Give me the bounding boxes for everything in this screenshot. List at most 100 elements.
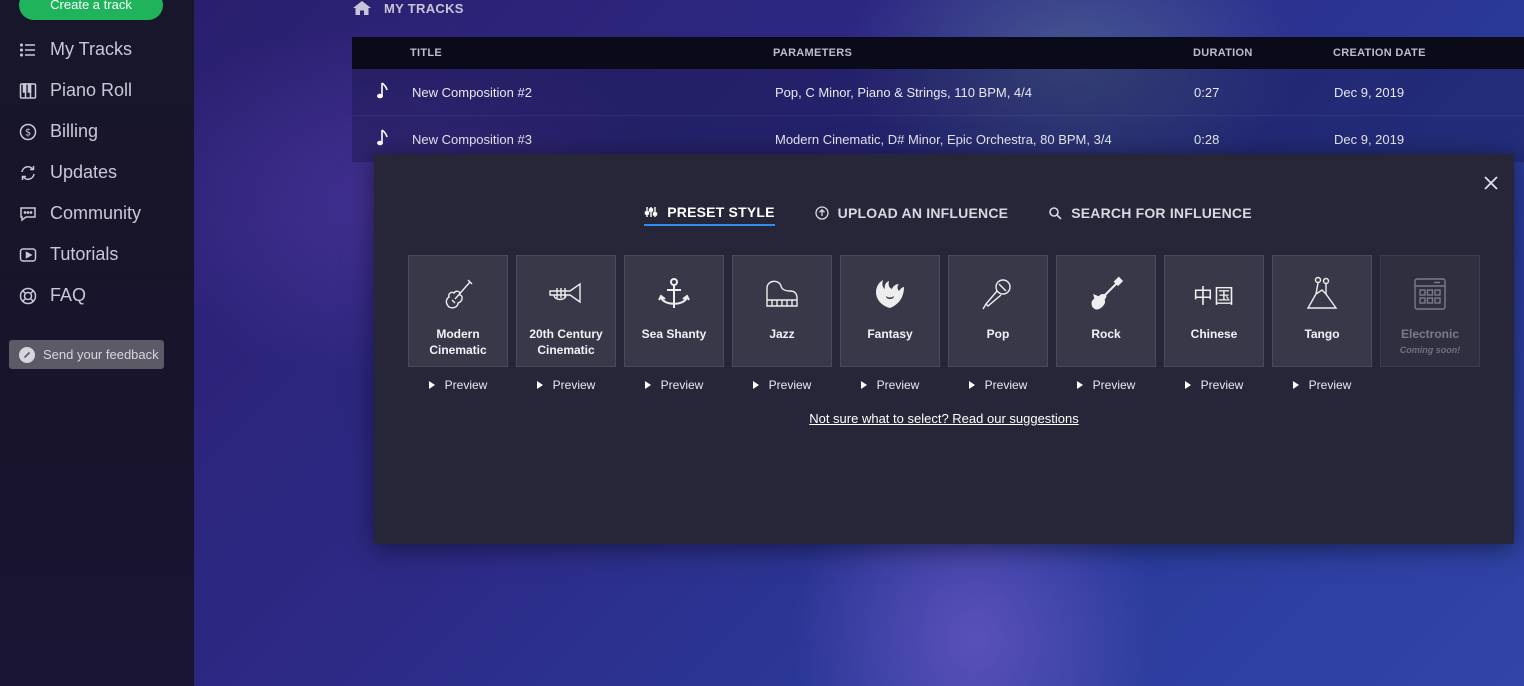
preview-label: Preview xyxy=(984,378,1028,392)
play-icon xyxy=(428,381,435,389)
sidebar-item-label: Piano Roll xyxy=(50,80,133,100)
sliders-icon xyxy=(645,207,658,217)
style-card: Electronic Coming soon! xyxy=(1380,255,1480,367)
preview-label: Preview xyxy=(444,378,488,392)
play-icon xyxy=(644,381,651,389)
sidebar-item-piano-roll[interactable]: Piano Roll xyxy=(0,70,194,111)
header-title[interactable]: TITLE xyxy=(410,47,773,59)
header-duration[interactable]: DURATION xyxy=(1193,47,1333,59)
suggestions-link[interactable]: Not sure what to select? Read our sugges… xyxy=(374,411,1514,426)
preview-button[interactable]: Preview xyxy=(408,377,508,393)
style-label: Jazz xyxy=(769,327,795,341)
sidebar-item-label: Tutorials xyxy=(50,244,119,264)
style-label: Pop xyxy=(986,327,1010,341)
chinese-characters-icon: 中国 xyxy=(1193,283,1235,308)
close-icon[interactable] xyxy=(1482,174,1500,192)
preview-label: Preview xyxy=(1092,378,1136,392)
style-label: Sea Shanty xyxy=(641,327,707,341)
tab-label: UPLOAD AN INFLUENCE xyxy=(837,205,1009,221)
preview-button[interactable]: Preview xyxy=(516,377,616,393)
influence-tabs: PRESET STYLE UPLOAD AN INFLUENCE SEARCH … xyxy=(374,200,1514,226)
sidebar-item-billing[interactable]: $ Billing xyxy=(0,111,194,152)
track-date: Dec 9, 2019 xyxy=(1334,84,1405,100)
style-card[interactable]: Modern Cinematic xyxy=(408,255,508,367)
sidebar: Create a track My Tracks Piano Roll $ Bi… xyxy=(0,0,194,686)
microphone-icon xyxy=(978,274,1018,314)
preview-label: Preview xyxy=(1308,378,1352,392)
create-track-button[interactable]: Create a track xyxy=(19,0,163,20)
tab-label: PRESET STYLE xyxy=(667,204,775,220)
preview-button[interactable]: Preview xyxy=(840,377,940,393)
tab-preset-style[interactable]: PRESET STYLE xyxy=(644,200,775,226)
style-option-jazz: Jazz Preview xyxy=(732,255,832,393)
style-card[interactable]: 20th Century Cinematic xyxy=(516,255,616,367)
sidebar-item-community[interactable]: Community xyxy=(0,193,194,234)
create-track-modal: PRESET STYLE UPLOAD AN INFLUENCE SEARCH … xyxy=(374,154,1514,544)
sidebar-item-updates[interactable]: Updates xyxy=(0,152,194,193)
style-card[interactable]: Tango xyxy=(1272,255,1372,367)
header-parameters: PARAMETERS xyxy=(773,47,853,59)
preview-button[interactable]: Preview xyxy=(948,377,1048,393)
tab-upload-influence[interactable]: UPLOAD AN INFLUENCE xyxy=(815,200,1009,226)
sidebar-item-label: Community xyxy=(50,203,142,223)
preview-label: Preview xyxy=(1200,378,1244,392)
dragon-icon xyxy=(870,274,910,314)
preview-button[interactable]: Preview xyxy=(624,377,724,393)
breadcrumb: MY TRACKS xyxy=(352,0,464,16)
style-option-sea-shanty: Sea Shanty Preview xyxy=(624,255,724,393)
style-option-pop: Pop Preview xyxy=(948,255,1048,393)
preview-button[interactable]: Preview xyxy=(732,377,832,393)
lifebuoy-icon xyxy=(18,286,38,306)
chat-icon xyxy=(18,204,38,224)
tracks-table: TITLE PARAMETERS DURATION CREATION DATE … xyxy=(352,37,1524,163)
style-label: 20th Century Cinematic xyxy=(529,327,603,357)
track-parameters: Modern Cinematic, D# Minor, Epic Orchest… xyxy=(775,131,1112,147)
style-card[interactable]: Jazz xyxy=(732,255,832,367)
style-option-modern-cinematic: Modern Cinematic Preview xyxy=(408,255,508,393)
style-cards: Modern Cinematic Preview 20th Century Ci… xyxy=(408,255,1480,393)
list-icon xyxy=(18,40,38,60)
music-note-icon xyxy=(352,81,410,104)
style-card[interactable]: Rock xyxy=(1056,255,1156,367)
style-card[interactable]: Sea Shanty xyxy=(624,255,724,367)
electric-guitar-icon xyxy=(1086,274,1126,314)
track-duration: 0:28 xyxy=(1194,131,1220,147)
dancers-icon xyxy=(1302,274,1342,314)
play-icon xyxy=(968,381,975,389)
dollar-icon: $ xyxy=(18,122,38,142)
play-icon xyxy=(18,245,38,265)
breadcrumb-label: MY TRACKS xyxy=(384,0,464,16)
track-date: Dec 9, 2019 xyxy=(1334,131,1405,147)
style-option-tango: Tango Preview xyxy=(1272,255,1372,393)
play-icon xyxy=(752,381,759,389)
style-option-electronic: Electronic Coming soon! xyxy=(1380,255,1480,393)
send-feedback-button[interactable]: Send your feedback xyxy=(9,340,164,369)
grand-piano-icon xyxy=(762,274,802,314)
upload-icon xyxy=(815,206,829,220)
refresh-icon xyxy=(18,163,38,183)
music-note-icon xyxy=(352,128,410,151)
sidebar-item-tutorials[interactable]: Tutorials xyxy=(0,234,194,275)
style-card[interactable]: Pop xyxy=(948,255,1048,367)
coming-soon-label: Coming soon! xyxy=(1399,345,1461,355)
search-icon xyxy=(1049,207,1062,220)
preview-label: Preview xyxy=(876,378,920,392)
preview-button[interactable]: Preview xyxy=(1272,377,1372,393)
style-card[interactable]: 中国 Chinese xyxy=(1164,255,1264,367)
table-row[interactable]: New Composition #2 Pop, C Minor, Piano &… xyxy=(352,69,1524,116)
preview-button[interactable]: Preview xyxy=(1056,377,1156,393)
drum-pad-icon xyxy=(1410,274,1450,314)
sidebar-item-my-tracks[interactable]: My Tracks xyxy=(0,29,194,70)
track-title: New Composition #2 xyxy=(412,84,532,100)
tab-search-influence[interactable]: SEARCH FOR INFLUENCE xyxy=(1048,200,1252,226)
sidebar-item-faq[interactable]: FAQ xyxy=(0,275,194,316)
track-title: New Composition #3 xyxy=(412,131,532,147)
header-creation-date[interactable]: CREATION DATE xyxy=(1333,47,1493,59)
home-icon[interactable] xyxy=(352,0,372,16)
track-duration: 0:27 xyxy=(1194,84,1220,100)
style-card[interactable]: Fantasy xyxy=(840,255,940,367)
piano-icon xyxy=(18,81,38,101)
preview-button[interactable]: Preview xyxy=(1164,377,1264,393)
anchor-icon xyxy=(654,274,694,314)
feedback-label: Send your feedback xyxy=(43,347,159,362)
